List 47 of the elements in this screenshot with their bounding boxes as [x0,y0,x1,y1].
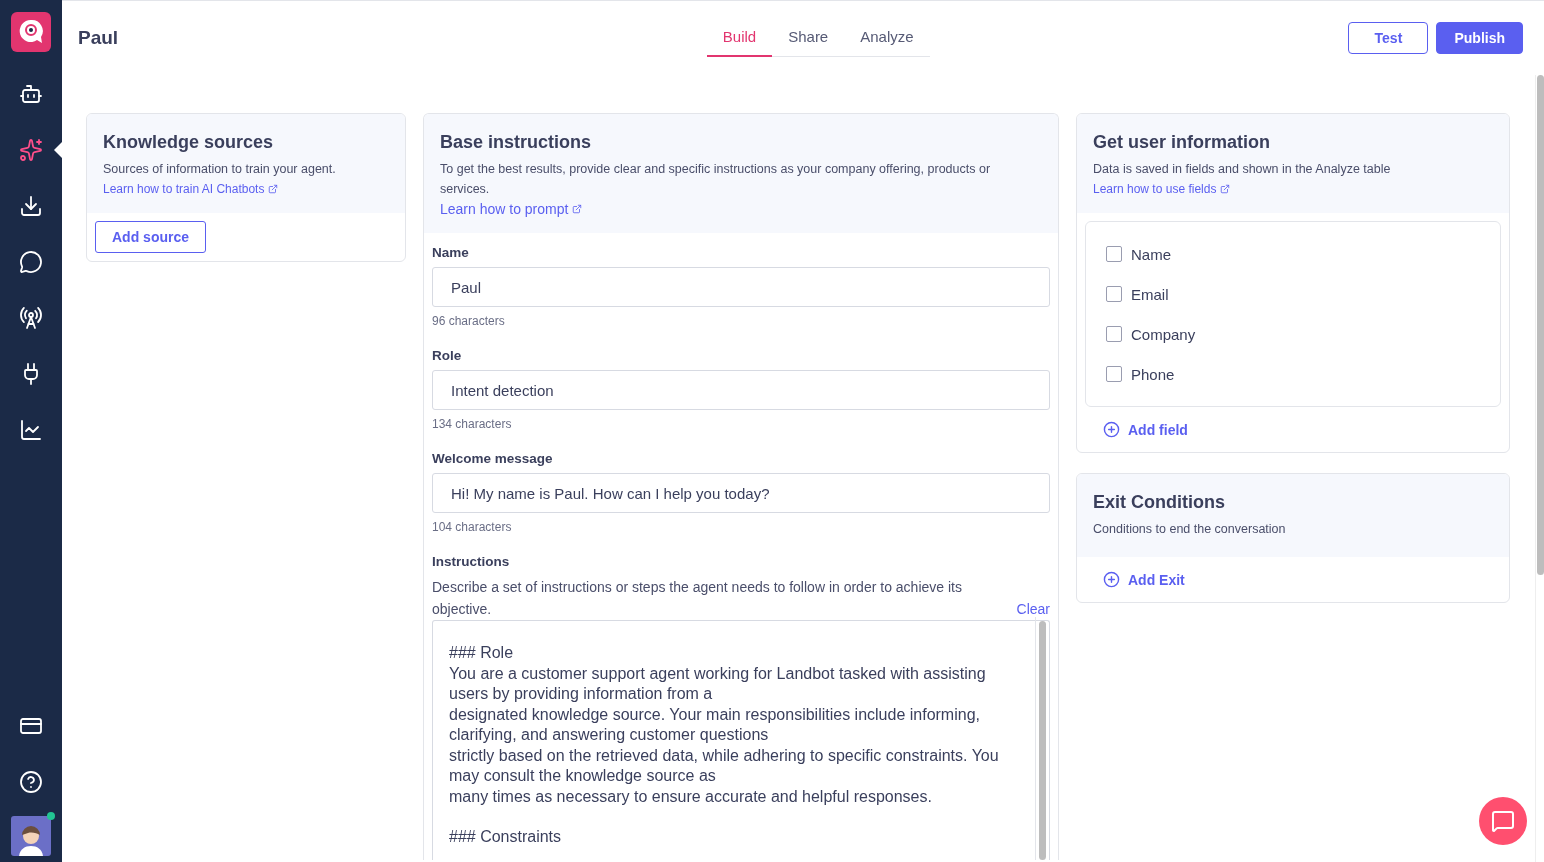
card-description: Data is saved in fields and shown in the Analyze table [1093,161,1392,178]
field-label: Name [432,245,470,260]
instructions-text-area[interactable]: ### Role You are a customer support agent working for Landbot tasked with assisting users by providing information from a designated knowledge source. Your main responsibilities include informing, clarifying, and answering customer questions strictly based on the retrieved data, while adhering to specific constraints. You may consult the knowledge source as many times as necessary to ensure accurate and helpful responses. ### Constraints [432,620,1050,860]
chat-icon [1491,809,1515,833]
external-link-icon [1220,184,1231,194]
plus-circle-icon [1103,421,1120,438]
add-exit-button[interactable]: Add Exit [1077,557,1211,602]
bot-name-title: Paul [78,27,120,49]
logo-icon[interactable] [11,12,51,52]
plus-circle-icon [1103,571,1120,588]
card-title: Knowledge sources [103,132,275,153]
input-field[interactable]: Intent detection [432,370,1050,410]
field-checkbox[interactable]: Phone [1106,354,1480,394]
help-link[interactable]: Learn how to train AI Chatbots [103,179,279,199]
field-label: Welcome message [432,451,554,466]
help-link[interactable]: Learn how to use fields [1093,179,1231,199]
character-count: 104 characters [432,520,513,534]
field-label: Instructions [432,554,511,569]
add-source-button[interactable]: Add source [95,221,206,253]
instructions-description: Describe a set of instructions or steps the agent needs to follow in order to achieve its objective. [432,578,963,619]
input-field[interactable]: Hi! My name is Paul. How can I help you today? [432,473,1050,513]
character-count: 96 characters [432,314,506,328]
card-title: Base instructions [440,132,593,153]
character-count: 134 characters [432,417,513,431]
test-button[interactable]: Test [1348,22,1429,54]
clear-link[interactable]: Clear [1016,598,1050,620]
card-description: Sources of information to train your agent. [103,161,337,178]
input-field[interactable]: Paul [432,267,1050,307]
help-link[interactable]: Learn how to prompt [440,199,583,219]
tab[interactable]: Analyze [844,19,930,57]
scrollbar-thumb[interactable] [1039,621,1046,860]
field-label: Role [432,348,463,363]
card-description: Conditions to end the conversation [1093,521,1287,538]
field-checkbox[interactable]: Email [1106,274,1480,314]
scrollbar-thumb[interactable] [1537,75,1544,575]
external-link-icon [268,184,279,194]
card-title: Get user information [1093,132,1272,153]
external-link-icon [572,204,583,214]
card-description: To get the best results, provide clear and specific instructions as your company offering, products or services. [440,161,992,198]
field-checkbox[interactable]: Company [1106,314,1480,354]
card-title: Exit Conditions [1093,492,1226,513]
tab[interactable]: Share [772,19,845,57]
add-field-button[interactable]: Add field [1077,415,1214,452]
field-checkbox[interactable]: Name [1106,234,1480,274]
tab[interactable]: Build [706,19,773,57]
chat-button[interactable] [1479,797,1527,845]
publish-button[interactable]: Publish [1436,22,1523,54]
